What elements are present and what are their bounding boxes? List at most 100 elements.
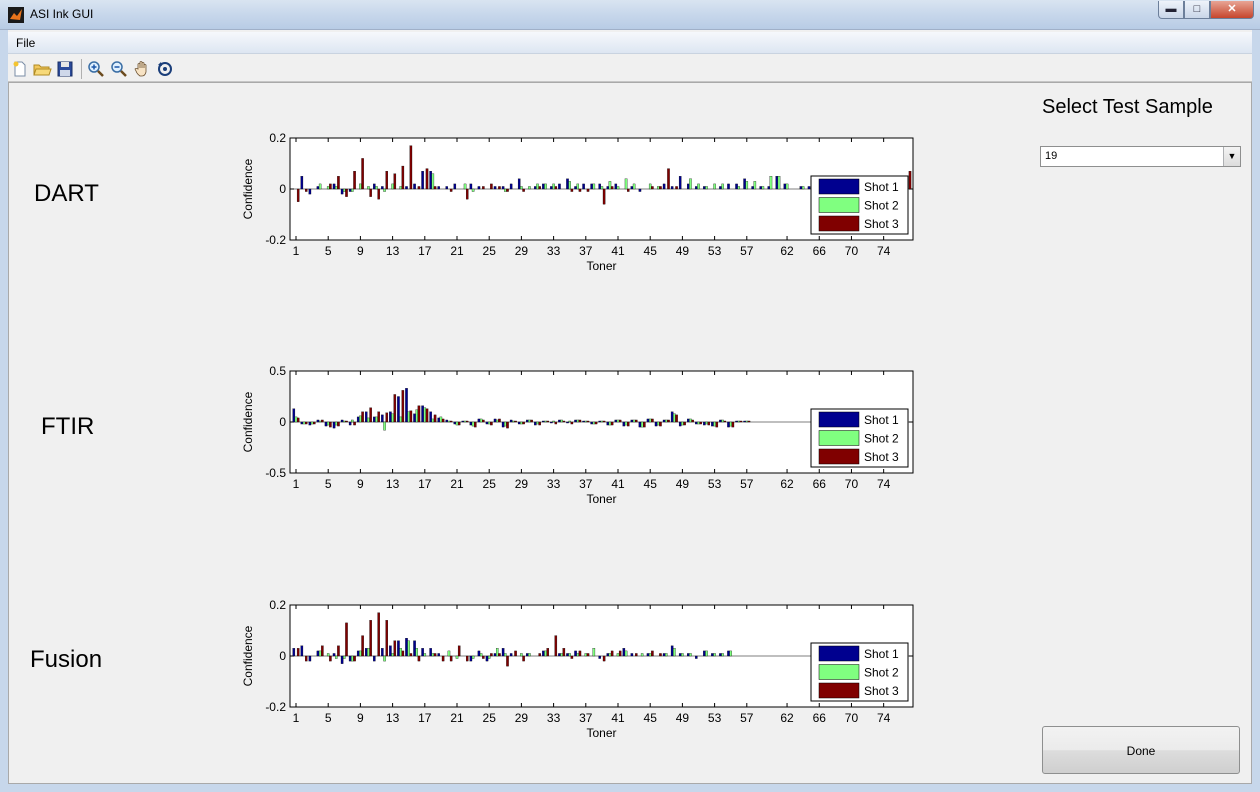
bar <box>465 188 469 200</box>
bar <box>542 650 545 657</box>
bar <box>681 653 684 657</box>
bar <box>568 420 571 423</box>
bar <box>659 421 662 427</box>
test-sample-dropdown[interactable]: 19 ▼ <box>1040 146 1241 167</box>
bar <box>477 418 481 423</box>
bar <box>504 421 507 427</box>
x-tick-label: 37 <box>579 244 593 258</box>
bar <box>640 653 644 657</box>
bar <box>737 420 740 423</box>
bar <box>705 421 708 425</box>
ftir-chart[interactable]: 0.5 0 -0.5 1 5 9 13 17 21 25 29 33 37 41 45 49 53 57 62 66 7… <box>236 361 926 513</box>
bar <box>721 183 724 190</box>
bar <box>383 188 386 192</box>
close-button[interactable]: ✕ <box>1210 1 1254 19</box>
bar <box>383 655 386 662</box>
bar <box>353 171 356 190</box>
bar <box>495 648 499 657</box>
new-file-icon[interactable] <box>10 59 30 79</box>
bar <box>610 650 614 657</box>
zoom-in-icon[interactable] <box>86 59 106 79</box>
bar <box>431 653 435 657</box>
bar <box>723 420 727 423</box>
bar <box>638 188 642 192</box>
bar <box>517 178 521 190</box>
bar <box>345 188 348 197</box>
bar <box>465 655 469 662</box>
bar <box>343 420 346 423</box>
x-tick-label: 37 <box>579 477 593 491</box>
bar <box>300 645 304 657</box>
save-icon[interactable] <box>55 59 75 79</box>
bar <box>329 183 332 190</box>
bar <box>292 648 296 657</box>
bar <box>381 414 384 423</box>
bar <box>413 640 416 657</box>
bar <box>594 421 598 425</box>
bar <box>610 421 614 426</box>
bar <box>713 183 716 190</box>
x-tick-label: 66 <box>813 244 827 258</box>
y-axis-label: Confidence <box>241 158 255 219</box>
fusion-chart[interactable]: 0.2 0 -0.2 1 5 9 13 17 21 25 29 33 37 41 45 49 53 57 62 66 7… <box>236 595 926 747</box>
done-button[interactable]: Done <box>1042 726 1240 774</box>
bar <box>425 168 429 190</box>
bar <box>417 655 421 662</box>
chevron-down-icon[interactable]: ▼ <box>1223 147 1240 166</box>
bar <box>393 394 397 423</box>
bar <box>421 405 424 423</box>
bar <box>592 648 596 657</box>
bar <box>329 655 332 662</box>
dart-chart[interactable]: 0.2 0 -0.2 1 5 9 13 17 21 25 29 33 37 41 45 49 53 57 62 66 7… <box>236 128 926 280</box>
bar <box>369 188 372 197</box>
bar <box>681 421 684 426</box>
bar <box>908 171 912 190</box>
bar <box>705 650 708 657</box>
pan-hand-icon[interactable] <box>132 59 152 79</box>
bar <box>689 178 692 190</box>
bar <box>310 421 314 425</box>
zoom-out-icon[interactable] <box>109 59 129 79</box>
bar <box>373 655 376 662</box>
rotate-3d-icon[interactable] <box>155 59 175 79</box>
bar <box>369 620 372 657</box>
x-tick-label: 74 <box>877 711 891 725</box>
bar <box>586 420 590 423</box>
bar <box>739 420 743 423</box>
bar <box>383 421 386 431</box>
x-tick-label: 41 <box>611 711 625 725</box>
bar <box>592 183 596 190</box>
bar <box>719 419 722 423</box>
maximize-button[interactable]: □ <box>1184 1 1210 19</box>
bar <box>622 648 626 657</box>
bar <box>340 419 344 423</box>
bar <box>520 421 523 425</box>
bar <box>654 421 658 427</box>
bar <box>405 388 408 423</box>
bar <box>574 650 577 657</box>
bar <box>391 183 394 190</box>
bar <box>616 653 620 657</box>
bar <box>348 188 352 192</box>
bar <box>477 186 481 190</box>
open-folder-icon[interactable] <box>32 59 52 79</box>
bar <box>570 421 574 425</box>
bar <box>670 645 674 657</box>
bar <box>305 655 308 662</box>
bar <box>463 183 467 190</box>
bar <box>522 655 525 662</box>
bar <box>558 653 561 657</box>
bar <box>630 186 634 190</box>
menu-file[interactable]: File <box>16 36 35 50</box>
bar <box>471 188 475 192</box>
bar <box>300 421 304 425</box>
minimize-button[interactable]: ▬ <box>1158 1 1184 19</box>
bar <box>321 419 324 423</box>
x-axis-label: Toner <box>586 726 616 740</box>
bar <box>409 145 413 190</box>
bar <box>727 183 730 190</box>
bar <box>554 635 558 657</box>
bar <box>586 188 590 192</box>
bar <box>590 183 593 190</box>
bar <box>608 653 612 657</box>
